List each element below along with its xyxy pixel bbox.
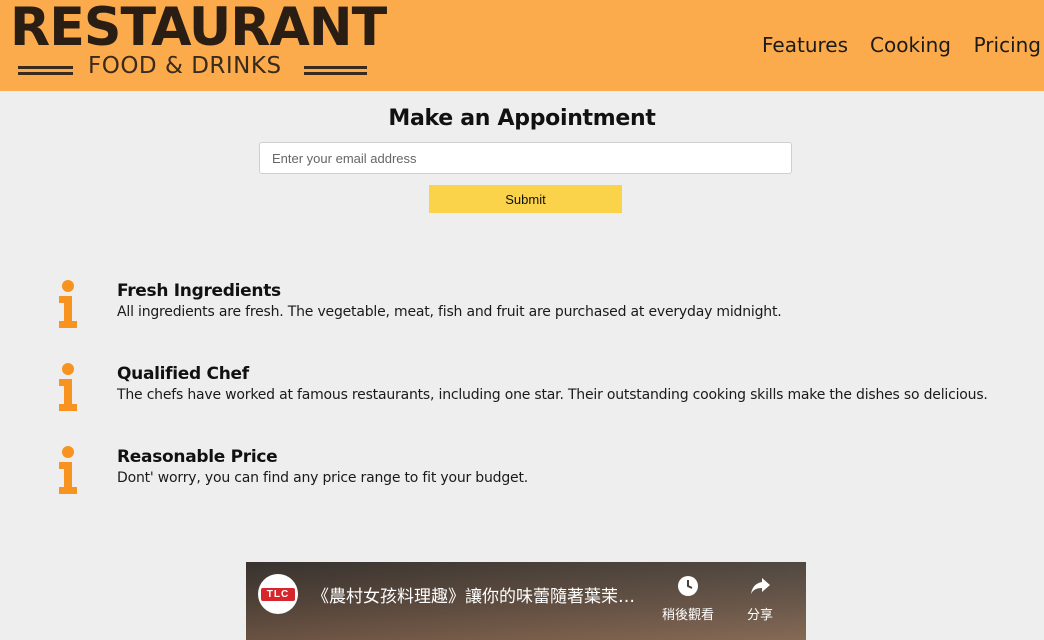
logo-title: RESTAURANT [10,0,387,58]
info-icon [59,446,77,494]
logo-subtitle: FOOD & DRINKS [88,53,282,79]
info-icon [59,363,77,411]
feature-text: The chefs have worked at famous restaura… [117,387,988,403]
feature-fresh-ingredients: Fresh Ingredients All ingredients are fr… [56,280,1036,340]
feature-title: Reasonable Price [117,447,278,467]
feature-title: Qualified Chef [117,364,249,384]
share-button[interactable]: 分享 [730,574,790,624]
logo-divider-right [304,66,367,69]
logo-divider-left [18,66,73,69]
nav-features[interactable]: Features [762,30,848,60]
feature-reasonable-price: Reasonable Price Dont' worry, you can fi… [56,446,1036,506]
youtube-video-embed[interactable]: TLC 《農村女孩料理趣》讓你的味蕾隨著葉茉… 稍後觀看 分享 [246,562,806,640]
email-input[interactable] [259,142,792,174]
channel-logo: TLC [261,588,295,601]
info-icon [59,280,77,328]
site-header: RESTAURANT FOOD & DRINKS Features Cookin… [0,0,1044,91]
feature-text: All ingredients are fresh. The vegetable… [117,304,782,320]
nav-cooking[interactable]: Cooking [870,30,951,60]
logo-divider-right-lower [304,72,367,75]
clock-icon [678,576,698,596]
share-icon [751,578,770,594]
logo-divider-left-lower [18,72,73,75]
restaurant-logo[interactable]: RESTAURANT FOOD & DRINKS [10,0,387,91]
channel-avatar[interactable]: TLC [258,574,298,614]
submit-button[interactable]: Submit [429,185,622,213]
feature-text: Dont' worry, you can find any price rang… [117,470,528,486]
nav-pricing[interactable]: Pricing [974,30,1041,60]
feature-qualified-chef: Qualified Chef The chefs have worked at … [56,363,1036,423]
video-title[interactable]: 《農村女孩料理趣》讓你的味蕾隨著葉茉… [312,582,652,607]
watch-later-label: 稍後觀看 [661,608,714,623]
feature-title: Fresh Ingredients [117,281,281,301]
watch-later-button[interactable]: 稍後觀看 [658,574,718,624]
share-label: 分享 [746,608,773,623]
appointment-title: Make an Appointment [388,106,656,131]
